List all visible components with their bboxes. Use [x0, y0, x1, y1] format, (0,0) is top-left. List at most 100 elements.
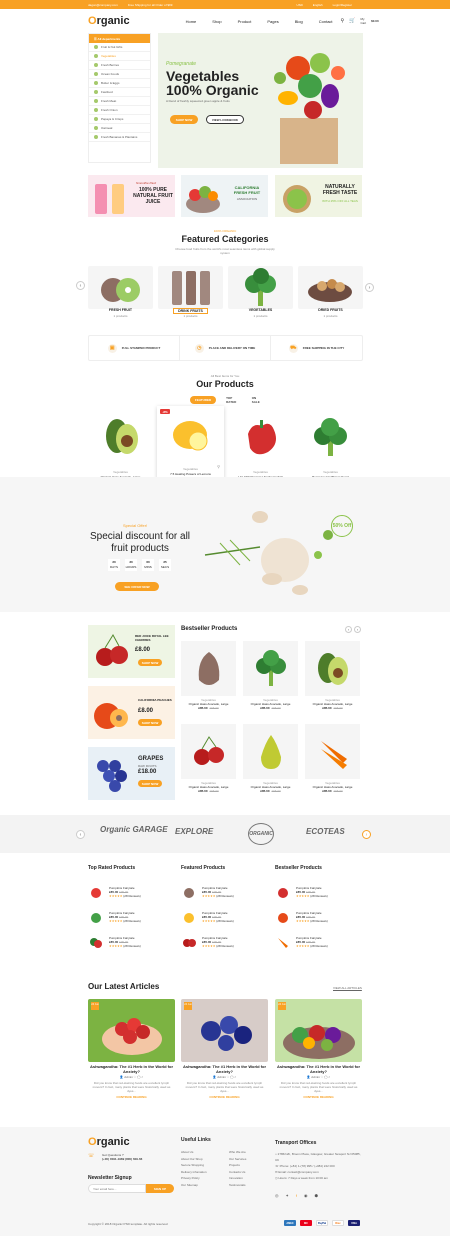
- category-card[interactable]: DRIED FRUITS 1 products: [298, 266, 363, 321]
- category-item[interactable]: Fresh Berries: [89, 61, 150, 70]
- twitter-icon[interactable]: ✦: [286, 1193, 289, 1198]
- bestseller-card[interactable]: Vegetables Organic Hass Avocado, Large £…: [181, 724, 236, 799]
- tab-on-sale[interactable]: ON SALE: [247, 394, 265, 406]
- category-item[interactable]: Ocean Foods: [89, 70, 150, 79]
- cart-label[interactable]: My Cart: [360, 17, 366, 25]
- promo-juice[interactable]: Smoothie Pack 100% PURE NATURAL FRUIT JU…: [88, 175, 175, 217]
- promo-tea[interactable]: NATURALLY FRESH TASTE WITH 25% OFF ALL T…: [275, 175, 362, 217]
- cherries-shop-button[interactable]: SHOP NOW: [138, 659, 162, 666]
- product-category: Vegetables: [323, 470, 338, 474]
- article-card[interactable]: 24 Jun Ashwagandha: The #1 Herb in the W…: [275, 999, 362, 1099]
- brands-prev-icon[interactable]: ‹: [76, 830, 85, 839]
- footer-link[interactable]: Who We Are: [229, 1149, 246, 1156]
- article-title[interactable]: Ashwagandha: The #1 Herb in the World fo…: [275, 1064, 362, 1074]
- list-item[interactable]: Pumpkins Fairytale £85.00 £95.00 ★★★★★ (28…: [181, 929, 266, 954]
- brand-logo[interactable]: Organic GARAGE: [100, 825, 168, 834]
- nav-shop[interactable]: Shop: [212, 19, 221, 24]
- bestseller-card[interactable]: Vegetables Organic Hass Avocado, Large £…: [181, 641, 236, 716]
- peaches-banner[interactable]: CALIFORNIA PEACHES £8.00 SHOP NOW: [88, 686, 175, 739]
- language-select[interactable]: English: [313, 3, 323, 7]
- currency-select[interactable]: USD: [296, 3, 302, 7]
- continue-reading-link[interactable]: CONTINUE READING: [275, 1095, 362, 1099]
- list-item[interactable]: Pumpkins Fairytale £85.00 £95.00 ★★★★★ (28…: [88, 904, 173, 929]
- list-item[interactable]: Pumpkins Fairytale £85.00 £95.00 ★★★★★ (28…: [181, 879, 266, 904]
- brand-logo[interactable]: EXPLORE: [175, 827, 213, 836]
- logo[interactable]: Organic: [88, 15, 130, 27]
- list-item[interactable]: Pumpkins Fairytale £85.00 £95.00 ★★★★★ (28…: [275, 904, 360, 929]
- peaches-shop-button[interactable]: SHOP NOW: [138, 719, 162, 726]
- article-card[interactable]: 24 Jun Ashwagandha: The #1 Herb in the W…: [181, 999, 268, 1099]
- list-item[interactable]: Pumpkins Fairytale £85.00 £95.00 ★★★★★ (28…: [88, 929, 173, 954]
- list-item[interactable]: Pumpkins Fairytale £85.00 £95.00 ★★★★★ (28…: [181, 904, 266, 929]
- nav-pages[interactable]: Pages: [267, 19, 278, 24]
- bestseller-prev-icon[interactable]: ‹: [345, 626, 352, 633]
- newsletter-email-input[interactable]: [88, 1184, 146, 1193]
- topbar-email[interactable]: dagon@company.com: [88, 3, 118, 7]
- grapes-banner[interactable]: GRAPES RAW FRUITS £18.00 SHOP NOW: [88, 747, 175, 800]
- category-item[interactable]: Oatmeal: [89, 124, 150, 133]
- list-item[interactable]: Pumpkins Fairytale £85.00 £95.00 ★★★★★ (28…: [275, 879, 360, 904]
- footer-link[interactable]: Testimonials: [229, 1182, 246, 1189]
- brand-logo[interactable]: ECOTEAS: [306, 827, 345, 836]
- nav-contact[interactable]: Contact: [319, 19, 333, 24]
- footer-logo[interactable]: Organic: [88, 1136, 130, 1148]
- category-card[interactable]: FRESH FRUIT 1 products: [88, 266, 153, 321]
- bestseller-next-icon[interactable]: ›: [354, 626, 361, 633]
- footer-link[interactable]: Our Sitemap: [181, 1182, 207, 1189]
- newsletter-signup-button[interactable]: SIGN UP: [146, 1184, 174, 1193]
- tab-top-rated[interactable]: TOP RATED: [221, 394, 242, 406]
- category-header[interactable]: ☰ All departments: [89, 34, 150, 43]
- view-all-articles-link[interactable]: VIEW ALL ARTICLES: [333, 986, 362, 990]
- facebook-icon[interactable]: f: [296, 1193, 297, 1198]
- category-item[interactable]: Fresh Meat: [89, 97, 150, 106]
- shop-now-button[interactable]: SHOP NOW: [170, 115, 198, 124]
- bestseller-card[interactable]: Vegetables Organic Hass Avocado, Large £…: [243, 724, 298, 799]
- list-item[interactable]: Pumpkins Fairytale £85.00 £95.00 ★★★★★ (28…: [275, 929, 360, 954]
- bestseller-card[interactable]: Vegetables Organic Hass Avocado, Large £…: [305, 641, 360, 716]
- footer-link[interactable]: Secure Shopping: [181, 1162, 207, 1169]
- hero-description: A blend of freshly squeezed green apple …: [166, 99, 230, 103]
- nav-product[interactable]: Product: [238, 19, 252, 24]
- category-image: [158, 266, 223, 309]
- category-item[interactable]: Butter & Eggs: [89, 79, 150, 88]
- article-card[interactable]: 24 Jun Ashwagandha: The #1 Herb in the W…: [88, 999, 175, 1099]
- login-link[interactable]: Login/Register: [333, 3, 352, 7]
- category-item[interactable]: Vegetables: [89, 52, 150, 61]
- view-lookbook-button[interactable]: VIEW LOOKBOOK: [206, 115, 244, 124]
- promo-california[interactable]: CALIFORNIA FRESH FRUIT ASSOCIATION: [181, 175, 268, 217]
- cart-icon[interactable]: 🛒: [349, 18, 355, 24]
- nav-blog[interactable]: Blog: [295, 19, 303, 24]
- bestseller-card[interactable]: Vegetables Organic Hass Avocado, Large £…: [243, 641, 298, 716]
- category-card[interactable]: DRINK FRUITS 1 products: [158, 266, 223, 321]
- bestseller-card[interactable]: Vegetables Organic Hass Avocado, Large £…: [305, 724, 360, 799]
- featured-sub: Choose food fruits from the world's most…: [175, 247, 275, 255]
- category-item[interactable]: Fastfood: [89, 88, 150, 97]
- list-item[interactable]: Pumpkins Fairytale £85.00 £95.00 ★★★★★ (28…: [88, 879, 173, 904]
- product-thumb: [88, 909, 104, 925]
- prev-arrow-icon[interactable]: ‹: [76, 281, 85, 290]
- tab-featured[interactable]: FEATURED: [190, 396, 217, 404]
- category-item[interactable]: Fruit & Nut Gifts: [89, 43, 150, 52]
- category-card[interactable]: VEGETABLES 1 products: [228, 266, 293, 321]
- continue-reading-link[interactable]: CONTINUE READING: [181, 1095, 268, 1099]
- article-title[interactable]: Ashwagandha: The #1 Herb in the World fo…: [88, 1064, 175, 1074]
- category-item[interactable]: Fresh Bananas & Plantains: [89, 133, 150, 142]
- dribbble-icon[interactable]: ◉: [304, 1193, 308, 1198]
- product-name[interactable]: 7.5 Healing Powers of Lemons: [157, 472, 224, 476]
- zoom-icon[interactable]: ⚲: [217, 464, 220, 469]
- grapes-shop-button[interactable]: SHOP NOW: [138, 780, 162, 787]
- brand-logo[interactable]: ORGANIC: [248, 823, 274, 845]
- nav-home[interactable]: Home: [186, 19, 197, 24]
- cherries-banner[interactable]: RED JUICE ROYAL LEE CHERRIES £8.00 SHOP …: [88, 625, 175, 678]
- next-arrow-icon[interactable]: ›: [365, 283, 374, 292]
- category-item[interactable]: Papaya & Crisps: [89, 115, 150, 124]
- brands-next-icon[interactable]: ›: [362, 830, 371, 839]
- search-icon[interactable]: ⚲: [341, 18, 345, 24]
- see-offer-button[interactable]: SEE OFFER NOW: [115, 582, 159, 591]
- share-icon[interactable]: ⬢: [314, 1193, 318, 1198]
- continue-reading-link[interactable]: CONTINUE READING: [88, 1095, 175, 1099]
- category-icon: [94, 108, 98, 112]
- instagram-icon[interactable]: ◎: [275, 1193, 279, 1198]
- category-item[interactable]: Fresh Onion: [89, 106, 150, 115]
- article-title[interactable]: Ashwagandha: The #1 Herb in the World fo…: [181, 1064, 268, 1074]
